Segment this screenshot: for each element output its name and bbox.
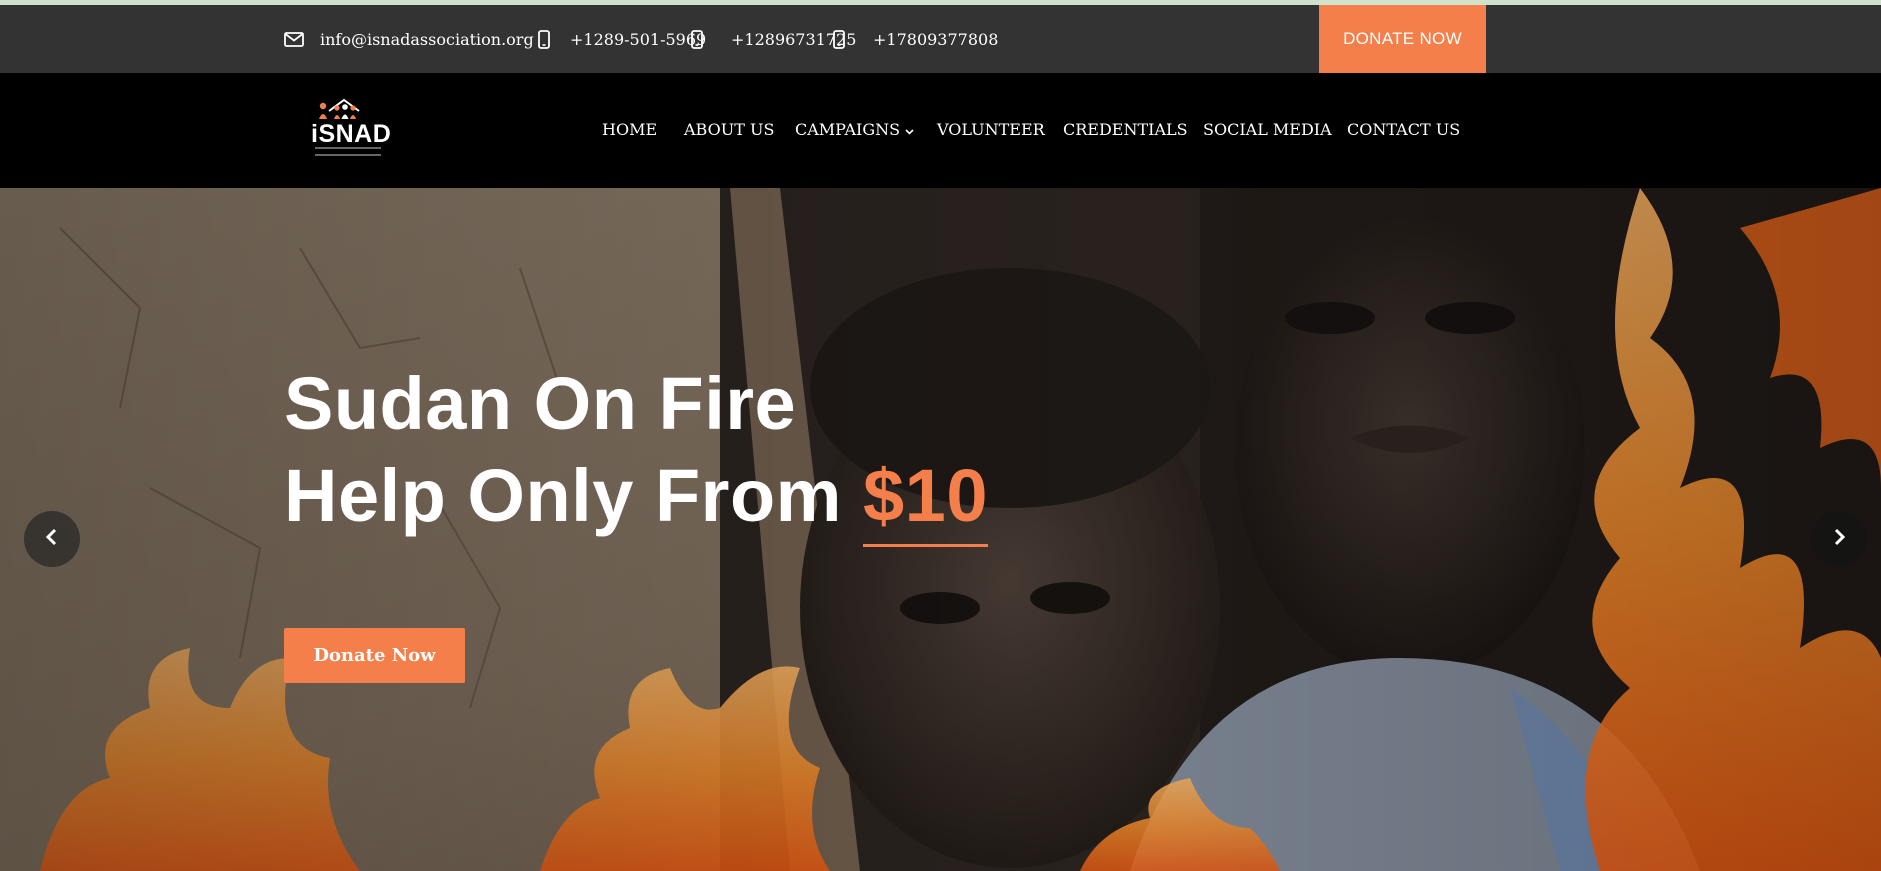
mobile-phone-icon bbox=[691, 29, 703, 49]
chevron-left-icon bbox=[45, 528, 59, 550]
nav-label: HOME bbox=[602, 120, 658, 139]
phone-text-3: +17809377808 bbox=[873, 29, 999, 49]
nav-item-volunteer[interactable]: VOLUNTEER bbox=[937, 120, 1045, 139]
email-contact[interactable]: info@isnadassociation.org bbox=[284, 5, 534, 73]
phone-text-1: +1289-501-5969 bbox=[570, 29, 707, 49]
nav-item-contact-us[interactable]: CONTACT US bbox=[1347, 120, 1460, 139]
hero-title-line-2: Help Only From $10 bbox=[284, 450, 988, 547]
isnad-logo[interactable]: iSNAD bbox=[305, 97, 391, 163]
donate-now-top-button[interactable]: DONATE NOW bbox=[1319, 5, 1486, 73]
envelope-icon bbox=[284, 31, 304, 47]
mobile-phone-icon bbox=[833, 29, 845, 49]
hero-title-prefix: Help Only From bbox=[284, 454, 864, 537]
phone-contact-1[interactable]: +1289-501-5969 bbox=[538, 5, 706, 73]
donate-now-hero-button[interactable]: Donate Now bbox=[284, 628, 465, 683]
logo-figures-icon bbox=[319, 98, 360, 119]
mobile-phone-icon bbox=[538, 29, 550, 49]
logo-tagline-lines bbox=[315, 147, 381, 156]
chevron-right-icon bbox=[1832, 528, 1846, 550]
phone-contact-3[interactable]: +17809377808 bbox=[833, 5, 998, 73]
chevron-down-icon bbox=[905, 120, 914, 139]
nav-label: VOLUNTEER bbox=[937, 120, 1045, 139]
nav-label: CAMPAIGNS bbox=[795, 120, 901, 139]
slider-next-button[interactable] bbox=[1811, 511, 1867, 567]
slider-prev-button[interactable] bbox=[24, 511, 80, 567]
hero-amount-highlight: $10 bbox=[863, 450, 988, 547]
nav-label: CONTACT US bbox=[1347, 120, 1461, 139]
nav-item-social-media[interactable]: SOCIAL MEDIA bbox=[1203, 120, 1332, 139]
nav-item-campaigns[interactable]: CAMPAIGNS bbox=[795, 120, 914, 139]
nav-item-credentials[interactable]: CREDENTIALS bbox=[1063, 120, 1188, 139]
nav-item-about-us[interactable]: ABOUT US bbox=[684, 120, 774, 139]
email-text: info@isnadassociation.org bbox=[320, 29, 534, 49]
nav-label: CREDENTIALS bbox=[1063, 120, 1188, 139]
hero-title-line-1: Sudan On Fire bbox=[284, 362, 797, 445]
logo-wordmark: iSNAD bbox=[311, 120, 392, 148]
hero-title: Sudan On Fire Help Only From $10 bbox=[284, 358, 988, 547]
phone-contact-2[interactable]: +12896731725 bbox=[691, 5, 856, 73]
hero-slider: Sudan On Fire Help Only From $10 Donate … bbox=[0, 188, 1881, 871]
top-contact-bar: info@isnadassociation.org +1289-501-5969… bbox=[0, 5, 1881, 73]
nav-label: ABOUT US bbox=[684, 120, 775, 139]
nav-item-home[interactable]: HOME bbox=[602, 120, 657, 139]
nav-label: SOCIAL MEDIA bbox=[1203, 120, 1332, 139]
main-navbar: iSNAD HOME ABOUT US CAMPAIGNS VOLUNTEER … bbox=[0, 73, 1881, 188]
